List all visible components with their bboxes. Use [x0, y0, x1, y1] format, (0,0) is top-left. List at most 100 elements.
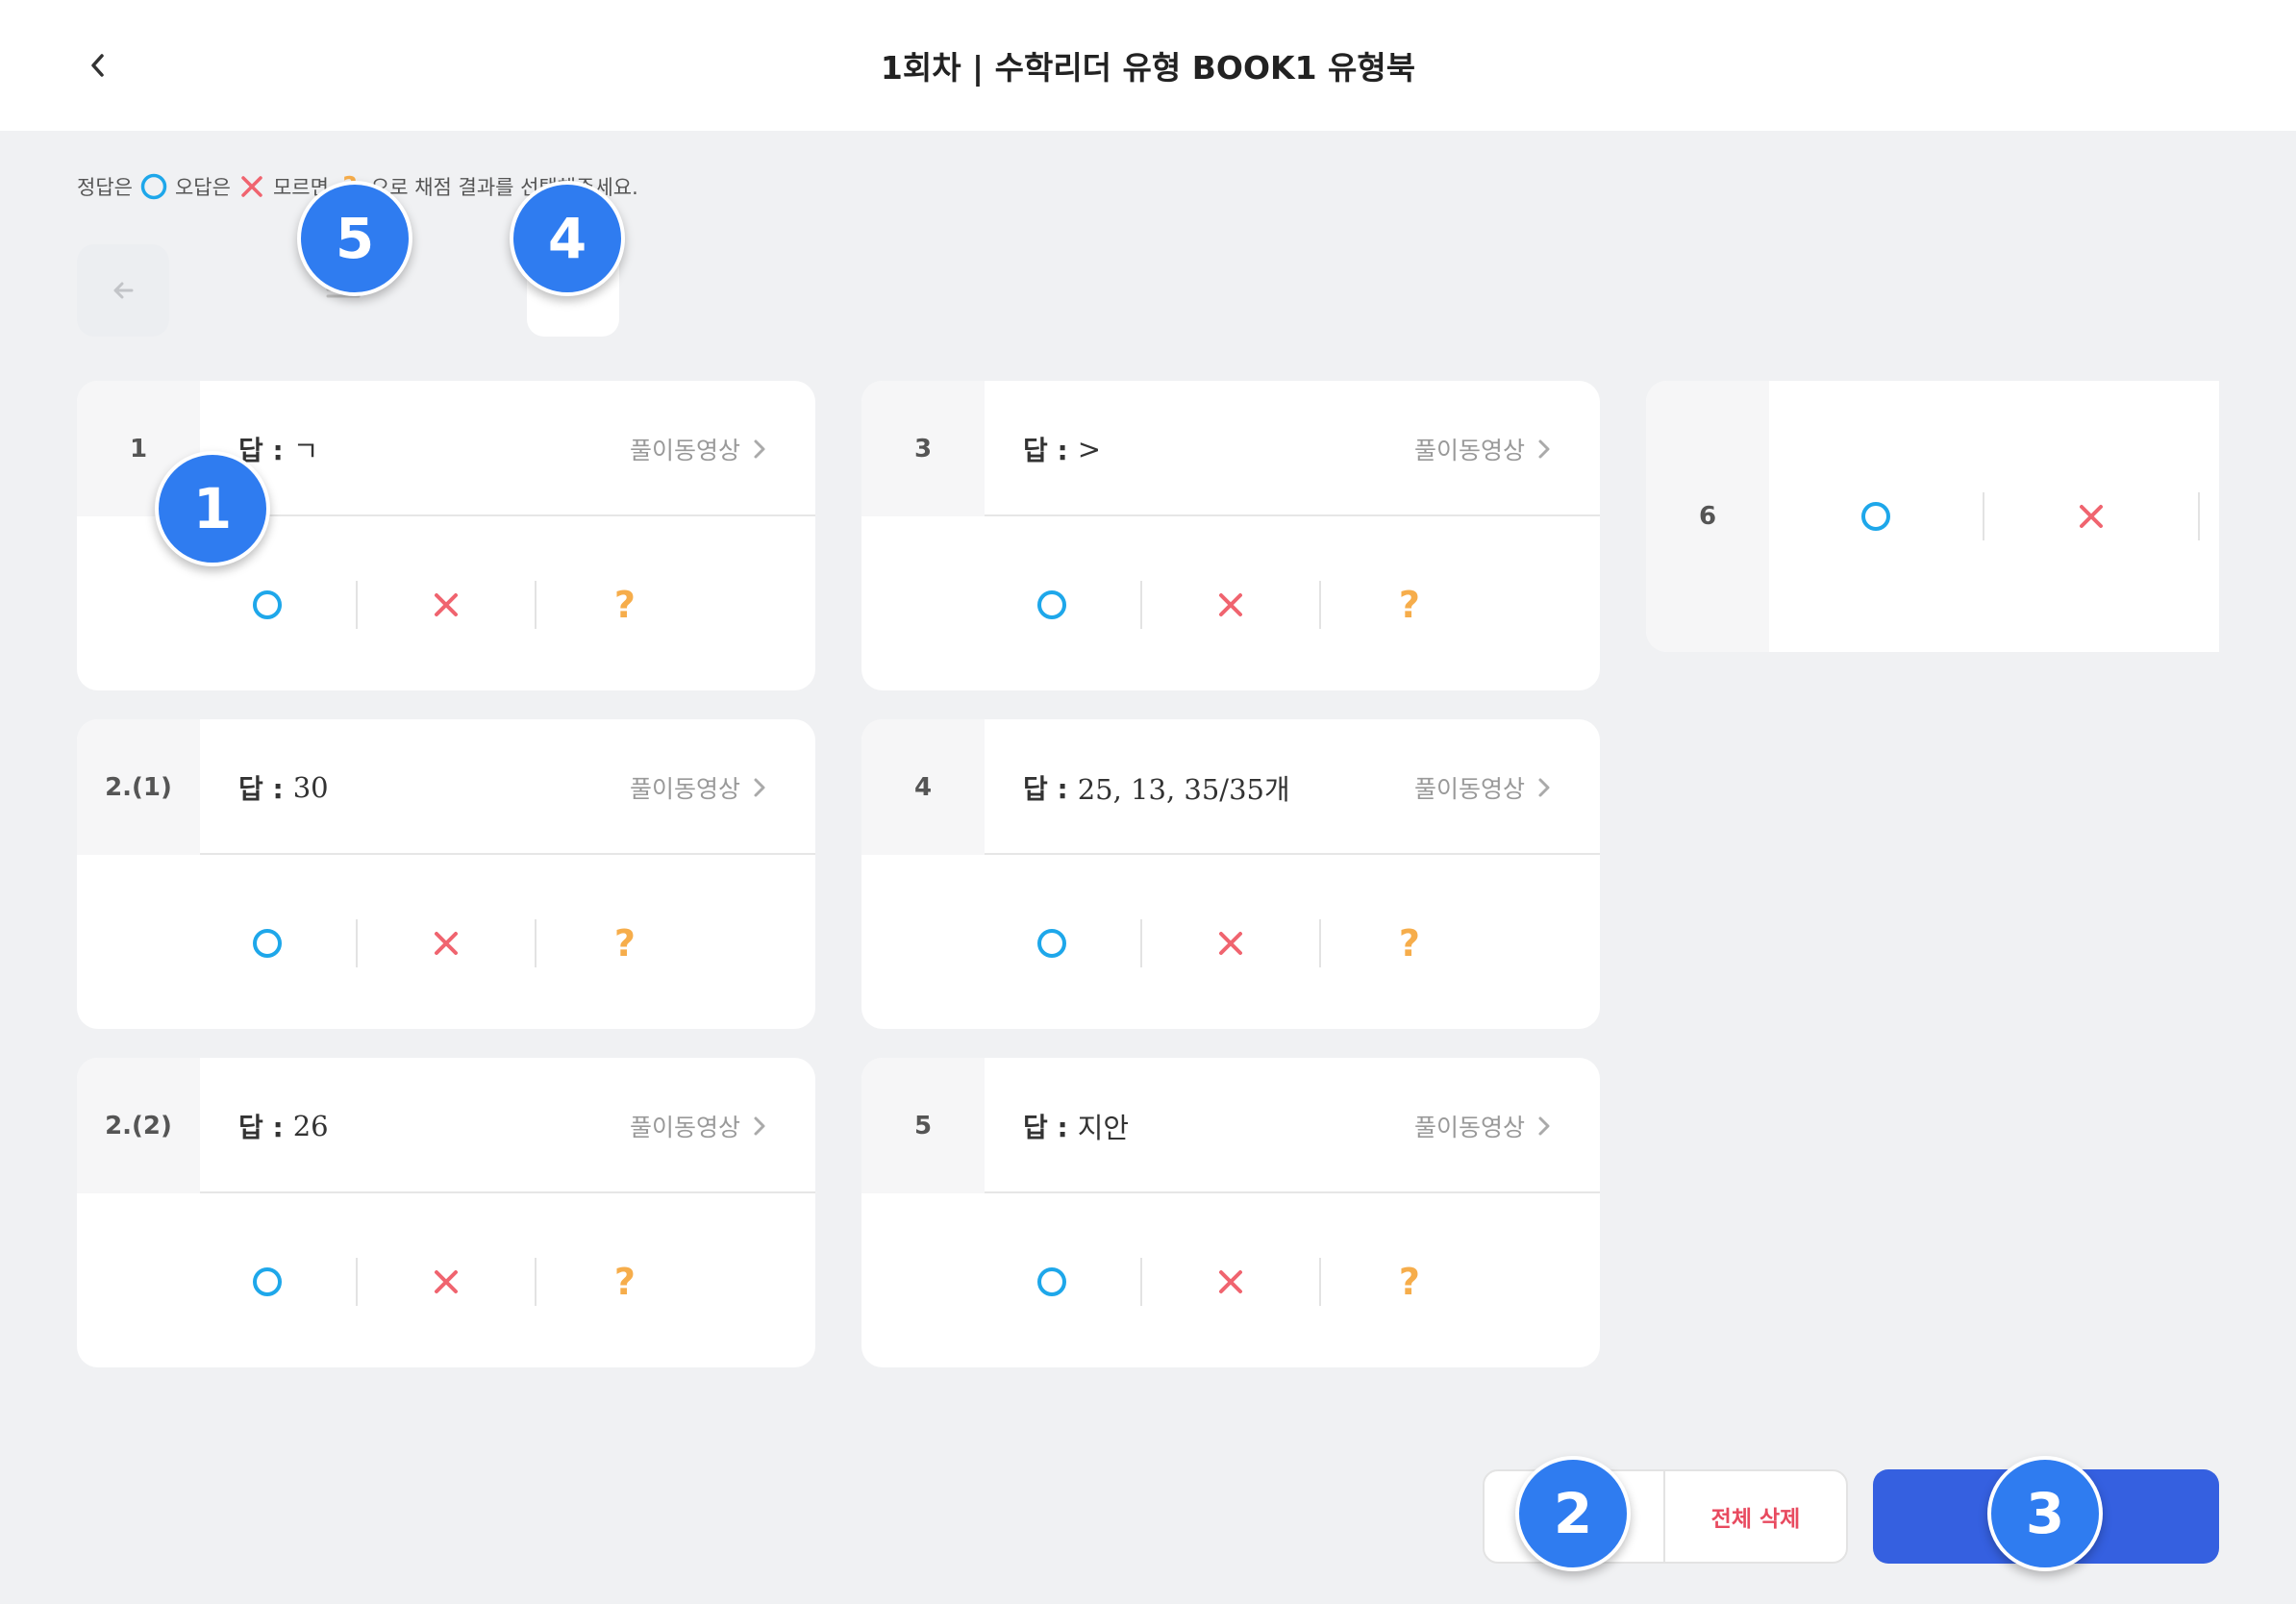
mark-unknown-button[interactable]: ? [537, 518, 713, 690]
answer-value: > [1077, 432, 1102, 465]
mark-wrong-button[interactable] [358, 857, 535, 1029]
grading-options [1769, 381, 2219, 652]
x-icon [237, 171, 267, 202]
question-number: 3 [861, 381, 985, 516]
solution-video-link[interactable]: 풀이동영상 [630, 1058, 767, 1193]
instruction-text-wrong: 오답은 [174, 176, 231, 199]
question-mark-icon: ? [613, 921, 636, 965]
question-card: 4 답 : 25, 13, 35/35개 풀이동영상 ? [861, 719, 1600, 1029]
mark-wrong-button[interactable] [1142, 857, 1319, 1029]
solution-video-link[interactable]: 풀이동영상 [1414, 719, 1552, 855]
question-card: 3 답 : > 풀이동영상 ? [861, 381, 1600, 690]
chevron-right-icon [1538, 439, 1550, 458]
circle-icon [1037, 1266, 1067, 1296]
top-bar: 1회차 | 수학리더 유형 BOOK1 유형북 [0, 0, 2296, 131]
mark-wrong-button[interactable] [1984, 381, 2198, 652]
question-number: 2.(2) [77, 1058, 200, 1193]
question-number: 2.(1) [77, 719, 200, 855]
answer: 답 : 30 [238, 719, 329, 855]
grading-options: ? [861, 518, 1600, 690]
solution-video-link[interactable]: 풀이동영상 [630, 719, 767, 855]
step-badge-2: 2 [1515, 1456, 1631, 1571]
x-icon [434, 931, 458, 955]
question-mark-icon: ? [613, 1260, 636, 1303]
answer: 답 : 26 [238, 1058, 329, 1193]
answer-value: ㄱ [292, 434, 319, 467]
question-header: 4 답 : 25, 13, 35/35개 풀이동영상 [861, 719, 1600, 855]
question-card: 2.(1) 답 : 30 풀이동영상 ? [77, 719, 815, 1029]
question-number: 5 [861, 1058, 985, 1193]
mark-correct-button[interactable] [179, 1195, 356, 1367]
answer-value: 25, 13, 35/35개 [1077, 772, 1290, 806]
x-icon [1218, 592, 1242, 616]
answer: 답 : > [1023, 381, 1101, 516]
grading-options: ? [861, 857, 1600, 1029]
solution-video-label: 풀이동영상 [1413, 774, 1525, 803]
instruction-text-correct: 정답은 [77, 176, 133, 199]
mark-correct-button[interactable] [963, 518, 1140, 690]
grading-options: ? [77, 857, 815, 1029]
x-icon [434, 592, 458, 616]
mark-wrong-button[interactable] [1142, 518, 1319, 690]
chevron-right-icon [754, 778, 765, 796]
delete-all-button[interactable]: 전체 삭제 [1665, 1471, 1846, 1562]
previous-button[interactable] [77, 244, 169, 337]
grading-options: ? [77, 1195, 815, 1367]
step-badge-1: 1 [155, 451, 270, 566]
question-card: 5 답 : 지안 풀이동영상 ? [861, 1058, 1600, 1367]
circle-icon [253, 928, 283, 958]
solution-video-link[interactable]: 풀이동영상 [630, 381, 767, 516]
mark-wrong-button[interactable] [1142, 1195, 1319, 1367]
answer-label: 답 : [238, 772, 284, 805]
solution-video-label: 풀이동영상 [1413, 1113, 1525, 1141]
circle-icon [1037, 589, 1067, 619]
question-number: 6 [1646, 381, 1769, 652]
answer-value: 30 [292, 770, 329, 804]
divider [2198, 492, 2200, 540]
x-icon [434, 1269, 458, 1293]
answer-label: 답 : [1023, 434, 1068, 466]
x-icon [2080, 505, 2103, 528]
x-icon [1218, 931, 1242, 955]
question-header: 2.(2) 답 : 26 풀이동영상 [77, 1058, 815, 1193]
question-mark-icon: ? [1398, 583, 1420, 626]
chevron-right-icon [1538, 778, 1550, 796]
solution-video-link[interactable]: 풀이동영상 [1414, 1058, 1552, 1193]
mark-wrong-button[interactable] [358, 1195, 535, 1367]
answer: 답 : 25, 13, 35/35개 [1023, 719, 1290, 855]
solution-video-label: 풀이동영상 [629, 436, 740, 464]
mark-correct-button[interactable] [1769, 381, 1983, 652]
mark-unknown-button[interactable]: ? [1321, 1195, 1498, 1367]
question-mark-icon: ? [613, 583, 636, 626]
mark-correct-button[interactable] [179, 857, 356, 1029]
chevron-right-icon [754, 1116, 765, 1135]
mark-unknown-button[interactable]: ? [537, 857, 713, 1029]
question-card-6: 6 [1646, 381, 2219, 652]
answer-label: 답 : [1023, 772, 1068, 805]
answer-value: 지안 [1077, 1111, 1130, 1144]
question-mark-icon: ? [1398, 1260, 1420, 1303]
question-card: 2.(2) 답 : 26 풀이동영상 ? [77, 1058, 815, 1367]
solution-video-label: 풀이동영상 [1413, 436, 1525, 464]
arrow-left-icon [113, 282, 134, 299]
answer-label: 답 : [238, 1111, 284, 1143]
answer-label: 답 : [1023, 1111, 1068, 1143]
solution-video-label: 풀이동영상 [629, 774, 740, 803]
circle-icon [253, 589, 283, 619]
mark-unknown-button[interactable]: ? [1321, 857, 1498, 1029]
mark-correct-button[interactable] [963, 1195, 1140, 1367]
solution-video-label: 풀이동영상 [629, 1113, 740, 1141]
circle-icon [1037, 928, 1067, 958]
step-badge-4: 4 [510, 181, 625, 296]
step-badge-5: 5 [297, 181, 412, 296]
page-title: 1회차 | 수학리더 유형 BOOK1 유형북 [880, 49, 1416, 87]
mark-unknown-button[interactable]: ? [537, 1195, 713, 1367]
step-badge-3: 3 [1987, 1456, 2103, 1571]
mark-correct-button[interactable] [963, 857, 1140, 1029]
mark-wrong-button[interactable] [358, 518, 535, 690]
circle-icon [1861, 502, 1890, 531]
chevron-right-icon [1538, 1116, 1550, 1135]
mark-unknown-button[interactable]: ? [1321, 518, 1498, 690]
solution-video-link[interactable]: 풀이동영상 [1414, 381, 1552, 516]
question-header: 2.(1) 답 : 30 풀이동영상 [77, 719, 815, 855]
